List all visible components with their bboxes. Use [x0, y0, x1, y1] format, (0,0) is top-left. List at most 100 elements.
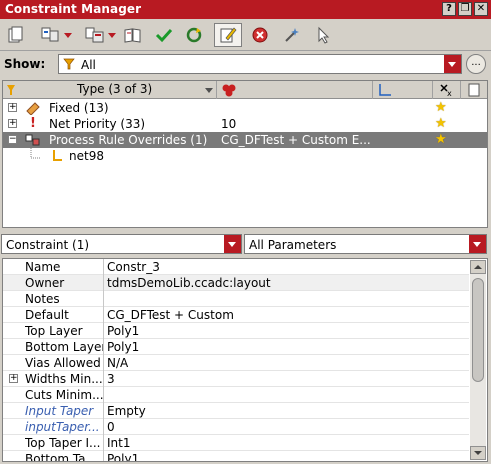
property-value[interactable]: Constr_3: [107, 259, 160, 275]
tree-row-label: Fixed (13): [49, 101, 109, 115]
type-column-label: Type (3 of 3): [77, 82, 153, 96]
tree-row-process-rule-overrides[interactable]: − Process Rule Overrides (1) CG_DFTest +…: [3, 132, 487, 148]
star-icon[interactable]: ★: [435, 132, 447, 147]
book-button[interactable]: [122, 23, 144, 47]
filter-icon: [63, 58, 75, 70]
pointer-icon: [318, 26, 330, 44]
vertical-scrollbar[interactable]: [470, 260, 486, 460]
property-value[interactable]: tdmsDemoLib.ccadc:layout: [107, 275, 271, 291]
property-row[interactable]: Bottom Layer Poly1: [3, 339, 469, 355]
property-row[interactable]: Notes: [3, 291, 469, 307]
constraint-select-dropdown-button[interactable]: [224, 235, 241, 253]
property-key: Vias Allowed: [25, 356, 101, 370]
property-key: Cuts Minim...: [25, 388, 103, 402]
expand-toggle[interactable]: +: [8, 119, 17, 128]
close-button[interactable]: ✕: [474, 2, 488, 16]
show-more-button[interactable]: ...: [466, 54, 486, 74]
property-row[interactable]: Default CG_DFTest + Custom: [3, 307, 469, 323]
property-key: Top Layer: [25, 324, 83, 338]
property-value[interactable]: Int1: [107, 435, 130, 451]
value-column-header[interactable]: [217, 81, 373, 99]
notes-column-header[interactable]: [461, 81, 487, 99]
expand-toggle[interactable]: +: [9, 374, 18, 383]
property-row[interactable]: Top Layer Poly1: [3, 323, 469, 339]
property-key: Default: [25, 308, 69, 322]
property-row[interactable]: Input Taper Empty: [3, 403, 469, 419]
stop-button[interactable]: [248, 23, 272, 47]
show-filter-dropdown-button[interactable]: [444, 55, 461, 73]
tree-row-net98[interactable]: net98: [3, 148, 487, 164]
svg-text:x: x: [447, 89, 452, 97]
constraint-select[interactable]: Constraint (1): [1, 234, 242, 254]
refresh-button[interactable]: [182, 23, 206, 47]
property-row[interactable]: Bottom Ta... Poly1: [3, 451, 469, 462]
property-value[interactable]: 3: [107, 371, 115, 387]
type-column-header[interactable]: Type (3 of 3): [3, 81, 217, 99]
tree-row-net-priority[interactable]: + ! Net Priority (33) 10 ★: [3, 116, 487, 132]
expand-toggle[interactable]: +: [8, 103, 17, 112]
layout-copy-icon: [85, 27, 103, 43]
column-divider[interactable]: [103, 259, 104, 461]
copy-button[interactable]: [6, 23, 26, 47]
property-value[interactable]: 0: [107, 419, 115, 435]
help-button[interactable]: ?: [442, 2, 456, 16]
book-icon: [124, 28, 141, 43]
multi-copy-icon: [41, 27, 58, 42]
tree-row-label: Net Priority (33): [49, 117, 146, 131]
property-key: Input Taper: [25, 404, 94, 418]
show-filter-select[interactable]: All: [58, 54, 462, 74]
property-key: Bottom Ta...: [25, 452, 97, 462]
property-row[interactable]: inputTaper... 0: [3, 419, 469, 435]
layout-copy-button[interactable]: [80, 23, 120, 47]
wand-icon: [285, 28, 299, 42]
constraint-tree: Type (3 of 3) x + Fixed (13) ★ + ! Net P…: [2, 80, 488, 228]
property-row[interactable]: Owner tdmsDemoLib.ccadc:layout: [3, 275, 469, 291]
dropdown-arrow-icon: [107, 32, 116, 38]
toolbar: [0, 19, 491, 51]
edit-button[interactable]: [214, 23, 242, 47]
pointer-button[interactable]: [312, 23, 336, 47]
star-icon[interactable]: ★: [435, 116, 447, 131]
property-value[interactable]: N/A: [107, 355, 128, 371]
scroll-down-button[interactable]: [470, 446, 486, 460]
show-label: Show:: [4, 57, 46, 71]
axis-column-header[interactable]: [373, 81, 433, 99]
copy-icon: [8, 26, 23, 43]
scroll-thumb[interactable]: [472, 278, 484, 382]
title-bar: Constraint Manager ? ❐ ✕: [0, 0, 491, 19]
property-value[interactable]: Poly1: [107, 451, 139, 461]
fx-column-header[interactable]: x: [433, 81, 461, 99]
collapse-toggle[interactable]: −: [8, 135, 17, 144]
sort-arrow-icon: [205, 88, 213, 93]
parameter-select[interactable]: All Parameters: [244, 234, 487, 254]
property-row[interactable]: Cuts Minim...: [3, 387, 469, 403]
net-icon: [53, 150, 62, 161]
property-row[interactable]: Vias Allowed N/A: [3, 355, 469, 371]
property-row[interactable]: Top Taper I... Int1: [3, 435, 469, 451]
tree-header: Type (3 of 3) x: [3, 81, 487, 99]
property-value[interactable]: Empty: [107, 403, 146, 419]
property-value[interactable]: CG_DFTest + Custom: [107, 307, 234, 323]
property-grid: Name Constr_3 Owner tdmsDemoLib.ccadc:layo…: [2, 258, 488, 462]
restore-button[interactable]: ❐: [458, 2, 472, 16]
check-button[interactable]: [152, 23, 176, 47]
multi-copy-button[interactable]: [36, 23, 76, 47]
tree-row-value: 10: [221, 117, 237, 131]
property-key: Name: [25, 260, 61, 274]
star-icon[interactable]: ★: [435, 100, 447, 115]
tree-row-value: CG_DFTest + Custom E...: [221, 133, 371, 147]
axis-icon: [379, 84, 391, 96]
property-row[interactable]: + Widths Min... 3: [3, 371, 469, 387]
wand-button[interactable]: [280, 23, 304, 47]
down-arrow-icon: [474, 451, 482, 455]
tree-row-fixed[interactable]: + Fixed (13) ★: [3, 100, 487, 116]
scroll-up-button[interactable]: [470, 260, 486, 274]
parameter-select-dropdown-button[interactable]: [469, 235, 486, 253]
show-filter-row: Show: All: [0, 51, 491, 79]
property-key: inputTaper...: [25, 420, 100, 434]
property-key: Widths Min...: [25, 372, 103, 386]
property-row[interactable]: Name Constr_3: [3, 259, 469, 275]
exclamation-icon: !: [30, 116, 36, 131]
property-value[interactable]: Poly1: [107, 339, 139, 355]
property-value[interactable]: Poly1: [107, 323, 139, 339]
